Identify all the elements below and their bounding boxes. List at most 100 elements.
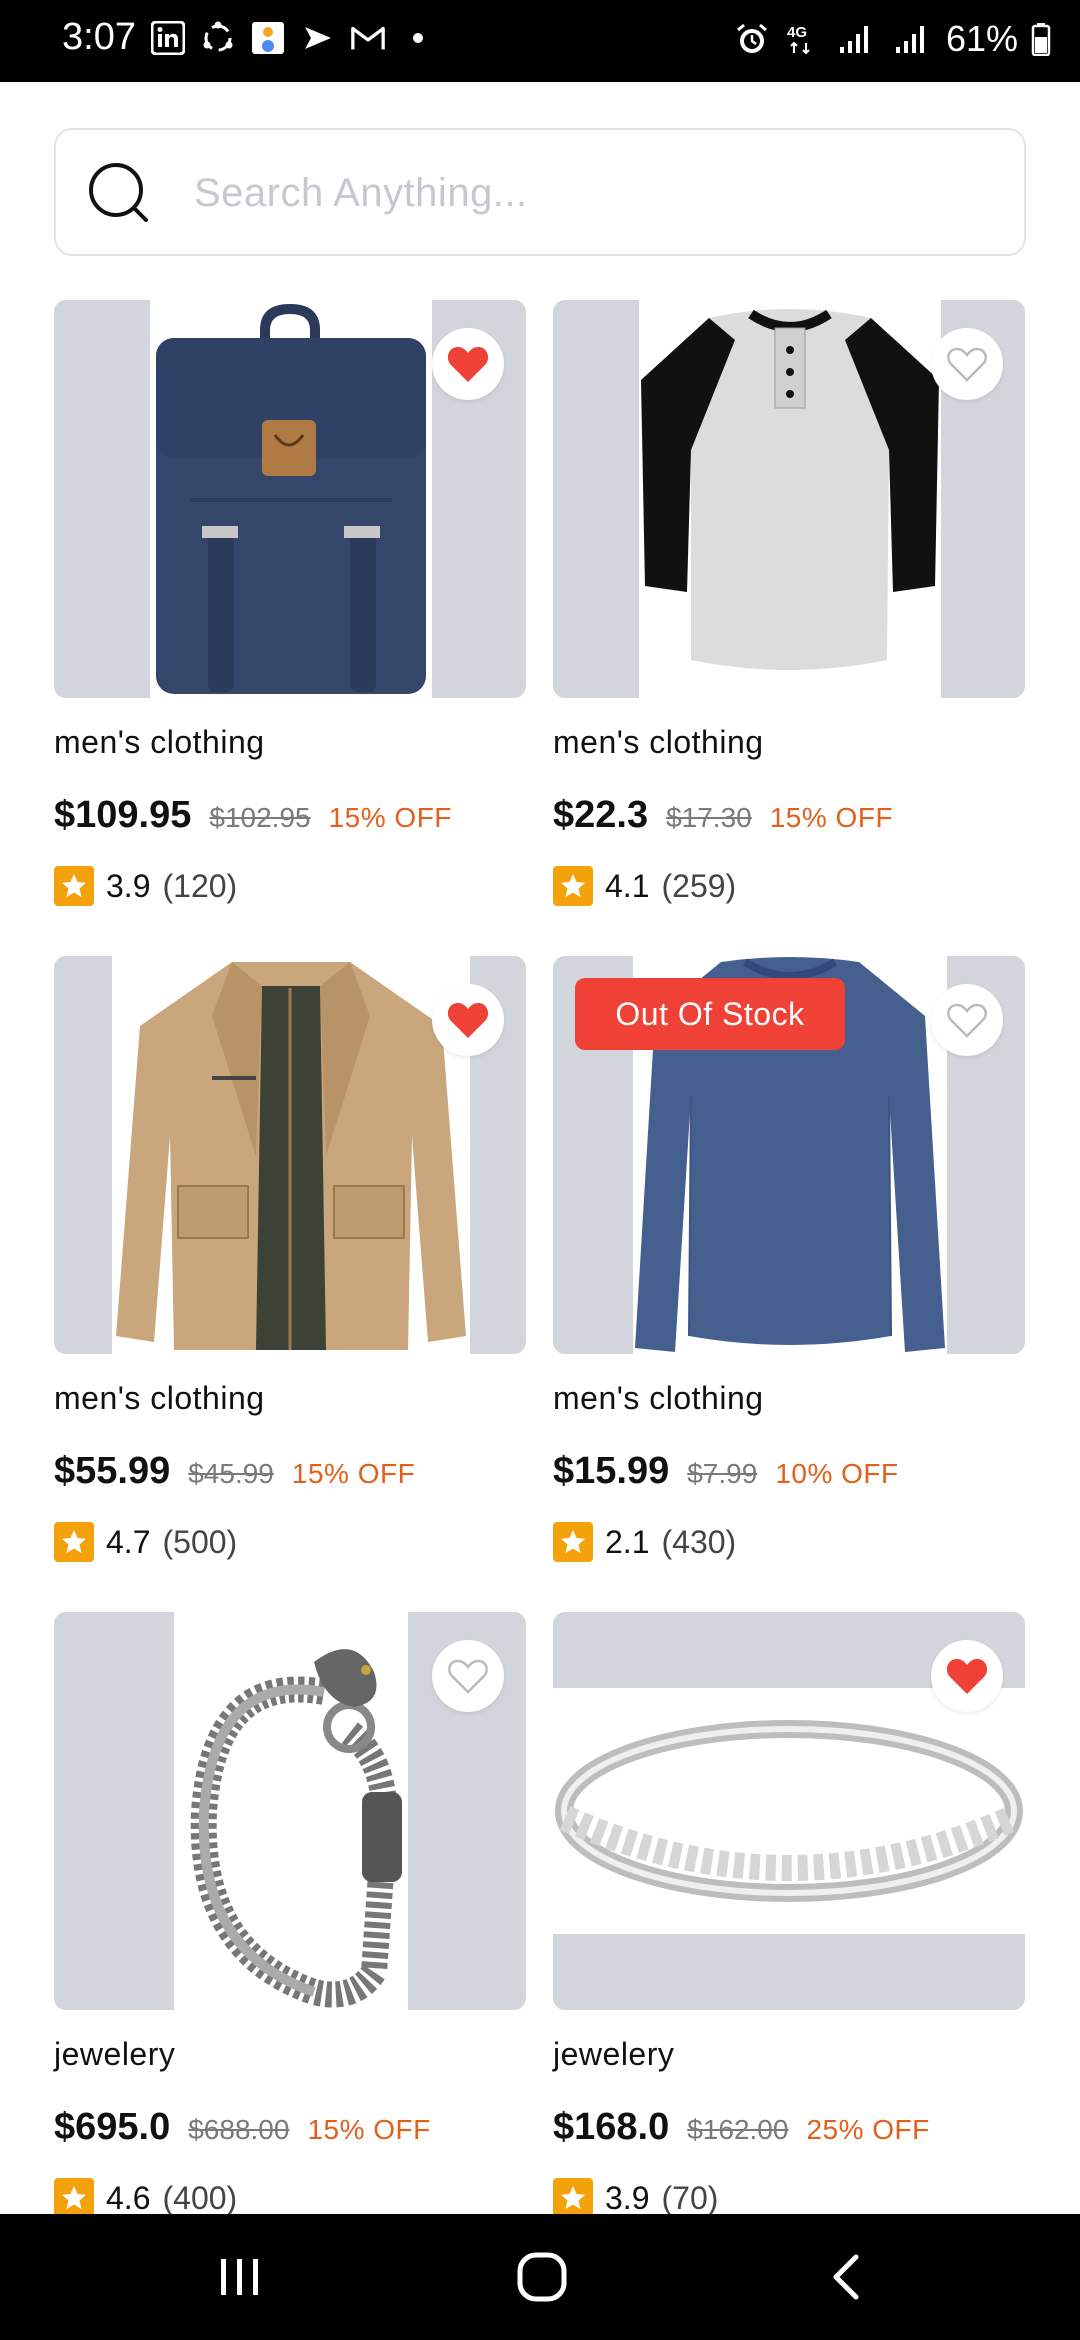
product-image[interactable]: Out Of Stock — [553, 956, 1025, 1354]
star-icon — [553, 866, 593, 906]
product-rating: 4.6 — [106, 2179, 151, 2216]
rating-row: 4.7 (500) — [54, 1522, 237, 1562]
home-button[interactable] — [502, 2244, 582, 2310]
discount-label: 15% OFF — [769, 802, 894, 833]
out-of-stock-badge: Out Of Stock — [575, 978, 845, 1050]
product-card[interactable]: men's clothing $55.99 $45.99 15% OFF 4.7… — [54, 956, 526, 1562]
product-image[interactable] — [553, 300, 1025, 698]
khaki-jacket-image — [112, 956, 470, 1354]
silver-diamond-ring-image — [553, 1688, 1025, 1934]
system-navigation-bar — [0, 2214, 1080, 2340]
product-price: $15.99 — [553, 1450, 670, 1492]
star-icon — [553, 2178, 593, 2218]
review-count: (120) — [162, 867, 238, 904]
star-icon — [54, 1522, 94, 1562]
battery-icon — [1030, 21, 1052, 57]
product-price: $22.3 — [553, 794, 649, 836]
heart-filled-icon — [447, 1003, 489, 1038]
product-category: men's clothing — [54, 724, 265, 760]
linkedin-icon — [150, 20, 186, 56]
search-icon[interactable] — [86, 160, 154, 228]
heart-filled-icon — [946, 1659, 988, 1694]
contacts-app-icon — [250, 20, 286, 56]
review-count: (400) — [162, 2179, 238, 2216]
rating-row: 2.1 (430) — [553, 1522, 736, 1562]
product-category: jewelery — [54, 2036, 176, 2072]
product-old-price: $7.99 — [687, 1458, 758, 1489]
battery-percent: 61% — [945, 18, 1018, 59]
discount-label: 10% OFF — [775, 1458, 899, 1489]
star-icon — [54, 2178, 94, 2218]
svg-text:4G: 4G — [787, 24, 807, 41]
product-rating: 3.9 — [106, 867, 151, 904]
gmail-icon — [350, 20, 386, 56]
star-icon — [553, 1522, 593, 1562]
price-row: $55.99 $45.99 15% OFF — [54, 1450, 415, 1493]
price-row: $168.0 $162.00 25% OFF — [553, 2106, 930, 2149]
discount-label: 15% OFF — [307, 2114, 431, 2145]
price-row: $15.99 $7.99 10% OFF — [553, 1450, 899, 1493]
product-rating: 4.1 — [605, 867, 650, 904]
product-old-price: $102.95 — [209, 802, 311, 833]
status-bar: 3:07 4G 61% — [0, 0, 1080, 82]
product-card[interactable]: men's clothing $22.3 $17.30 15% OFF 4.1 … — [553, 300, 1025, 906]
product-price: $109.95 — [54, 794, 192, 836]
review-count: (500) — [162, 1523, 238, 1560]
discount-label: 15% OFF — [328, 802, 452, 833]
product-category: men's clothing — [553, 724, 764, 760]
favorite-button[interactable] — [931, 1640, 1003, 1712]
discount-label: 25% OFF — [806, 2114, 930, 2145]
raglan-henley-shirt-image — [639, 300, 941, 698]
product-price: $695.0 — [54, 2106, 171, 2148]
more-notifications-dot-icon — [400, 20, 436, 56]
network-type-icon: 4G — [782, 21, 822, 57]
heart-filled-icon — [447, 347, 489, 382]
product-image[interactable] — [54, 300, 526, 698]
favorite-button[interactable] — [432, 984, 504, 1056]
product-card[interactable]: jewelery $695.0 $688.00 15% OFF 4.6 (400… — [54, 1612, 526, 2218]
product-image[interactable] — [54, 956, 526, 1354]
price-row: $695.0 $688.00 15% OFF — [54, 2106, 431, 2149]
product-category: men's clothing — [553, 1380, 764, 1416]
price-row: $109.95 $102.95 15% OFF — [54, 794, 452, 837]
product-price: $168.0 — [553, 2106, 670, 2148]
favorite-button[interactable] — [432, 1640, 504, 1712]
heart-outline-icon — [947, 347, 987, 382]
product-card[interactable]: jewelery $168.0 $162.00 25% OFF 3.9 (70) — [553, 1612, 1025, 2218]
product-card[interactable]: men's clothing $109.95 $102.95 15% OFF 3… — [54, 300, 526, 906]
price-row: $22.3 $17.30 15% OFF — [553, 794, 893, 837]
heart-outline-icon — [448, 1659, 488, 1694]
favorite-button[interactable] — [432, 328, 504, 400]
signal-icon-2 — [890, 21, 934, 57]
recent-apps-button[interactable] — [200, 2244, 280, 2310]
product-card[interactable]: Out Of Stock men's clothing $15.99 $7.99… — [553, 956, 1025, 1562]
star-icon — [54, 866, 94, 906]
rating-row: 3.9 (70) — [553, 2178, 718, 2218]
alarm-icon — [734, 21, 770, 57]
product-image[interactable] — [553, 1612, 1025, 2010]
recent-apps-icon — [221, 2259, 258, 2295]
product-rating: 2.1 — [605, 1523, 650, 1560]
sync-icon — [200, 20, 236, 56]
search-input[interactable] — [194, 154, 994, 232]
notification-icons — [150, 20, 436, 56]
dragon-chain-bracelet-image — [174, 1612, 408, 2010]
product-old-price: $17.30 — [666, 802, 752, 833]
rating-row: 3.9 (120) — [54, 866, 237, 906]
rating-row: 4.1 (259) — [553, 866, 736, 906]
search-bar[interactable] — [54, 128, 1026, 256]
favorite-button[interactable] — [931, 984, 1003, 1056]
review-count: (430) — [661, 1523, 737, 1560]
product-rating: 4.7 — [106, 1523, 151, 1560]
review-count: (259) — [661, 867, 737, 904]
back-button[interactable] — [806, 2244, 886, 2310]
rating-row: 4.6 (400) — [54, 2178, 237, 2218]
product-image[interactable] — [54, 1612, 526, 2010]
signal-icon — [834, 21, 878, 57]
product-old-price: $45.99 — [188, 1458, 274, 1489]
favorite-button[interactable] — [931, 328, 1003, 400]
product-rating: 3.9 — [605, 2179, 650, 2216]
system-icons: 4G 61% — [734, 18, 1052, 60]
product-category: men's clothing — [54, 1380, 265, 1416]
discount-label: 15% OFF — [291, 1458, 416, 1489]
